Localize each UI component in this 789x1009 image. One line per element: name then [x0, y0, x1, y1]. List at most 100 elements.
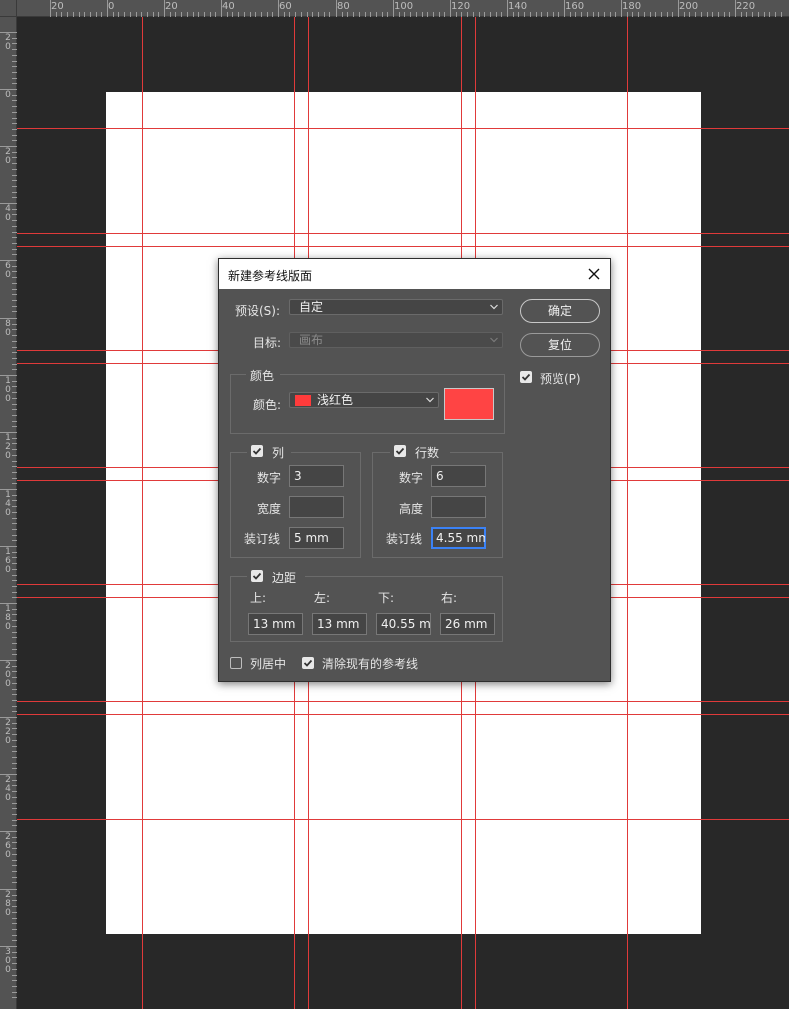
dialog-titlebar[interactable]: 新建参考线版面	[219, 259, 610, 289]
margin-legend: 边距	[247, 569, 305, 585]
guide-horizontal[interactable]	[17, 714, 789, 715]
margin-left-input[interactable]: 13 mm	[312, 613, 367, 635]
target-select: 画布	[289, 332, 503, 348]
ruler-minor-tick	[244, 12, 245, 17]
ruler-minor-tick	[238, 12, 239, 17]
rows-height-input[interactable]	[431, 496, 486, 518]
ruler-minor-tick	[12, 500, 17, 501]
ruler-minor-tick	[101, 12, 102, 17]
ruler-minor-tick	[12, 381, 17, 382]
ruler-minor-tick	[261, 12, 262, 17]
ruler-minor-tick	[484, 12, 485, 17]
ruler-label: 220	[736, 1, 756, 12]
reset-button[interactable]: 复位	[520, 333, 600, 357]
ruler-minor-tick	[547, 12, 548, 17]
ruler-minor-tick	[12, 557, 17, 558]
preview-checkbox[interactable]	[520, 371, 532, 383]
rows-gutter-input[interactable]: 4.55 mm	[431, 527, 486, 549]
preset-select[interactable]: 自定	[289, 299, 503, 315]
ruler-minor-tick	[615, 12, 616, 17]
ruler-minor-tick	[67, 12, 68, 17]
margin-top-input[interactable]: 13 mm	[248, 613, 303, 635]
guide-horizontal[interactable]	[17, 701, 789, 702]
ruler-minor-tick	[456, 12, 457, 17]
columns-checkbox[interactable]	[251, 445, 263, 457]
chevron-down-icon	[490, 304, 498, 310]
ruler-minor-tick	[741, 12, 742, 17]
ruler-minor-tick	[12, 455, 17, 456]
guide-horizontal[interactable]	[17, 246, 789, 247]
columns-width-input[interactable]	[289, 496, 344, 518]
ruler-minor-tick	[12, 768, 17, 769]
ruler-minor-tick	[12, 271, 17, 272]
ruler-minor-tick	[12, 632, 17, 633]
guide-horizontal[interactable]	[17, 233, 789, 234]
ruler-minor-tick	[12, 700, 17, 701]
ruler-minor-tick	[329, 12, 330, 17]
vertical-ruler[interactable]: 20 0 20 40 60 80 100 120 140 160 180 200 220 240 260 28…	[0, 0, 17, 1009]
ruler-minor-tick	[12, 563, 17, 564]
guide-vertical[interactable]	[142, 17, 143, 1009]
guide-horizontal[interactable]	[17, 819, 789, 820]
ruler-label: 40	[222, 1, 235, 12]
margin-checkbox[interactable]	[251, 570, 263, 582]
preview-label[interactable]: 预览(P)	[540, 370, 581, 387]
ruler-label: 180	[5, 604, 11, 632]
ruler-minor-tick	[347, 12, 348, 17]
ruler-minor-tick	[12, 197, 17, 198]
ruler-minor-tick	[113, 12, 114, 17]
ruler-minor-tick	[12, 780, 17, 781]
ruler-minor-tick	[12, 358, 17, 359]
clear-guides-label[interactable]: 清除现有的参考线	[322, 655, 418, 672]
close-button[interactable]	[584, 264, 604, 284]
color-select[interactable]: 浅红色	[289, 392, 439, 408]
ruler-minor-tick	[12, 865, 17, 866]
ruler-minor-tick	[479, 12, 480, 17]
guide-horizontal[interactable]	[17, 128, 789, 129]
preset-label: 预设(S):	[235, 304, 281, 318]
horizontal-ruler[interactable]: 20 0 20 40 60 80 100 120 140 160 180 200 220	[0, 0, 789, 17]
ruler-minor-tick	[12, 535, 17, 536]
ruler-label: 20	[5, 147, 11, 166]
ruler-minor-tick	[12, 83, 17, 84]
ruler-label: 280	[5, 890, 11, 918]
ruler-minor-tick	[12, 723, 17, 724]
color-swatch-picker[interactable]	[444, 388, 494, 420]
ruler-minor-tick	[12, 626, 17, 627]
rows-number-input[interactable]: 6	[431, 465, 486, 487]
center-columns-checkbox[interactable]	[230, 657, 242, 669]
ruler-minor-tick	[610, 12, 611, 17]
ruler-minor-tick	[12, 186, 17, 187]
ruler-minor-tick	[12, 785, 17, 786]
ruler-minor-tick	[12, 364, 17, 365]
ruler-label: 80	[5, 319, 11, 338]
ruler-minor-tick	[12, 575, 17, 576]
ruler-minor-tick	[79, 12, 80, 17]
ruler-minor-tick	[12, 860, 17, 861]
guide-vertical[interactable]	[627, 17, 628, 1009]
ruler-origin-corner[interactable]	[0, 0, 17, 17]
ruler-minor-tick	[12, 529, 17, 530]
ruler-minor-tick	[12, 569, 17, 570]
margin-bottom-input[interactable]: 40.55 mm	[376, 613, 431, 635]
ruler-minor-tick	[12, 689, 17, 690]
color-label: 颜色:	[253, 398, 282, 412]
columns-gutter-input[interactable]: 5 mm	[289, 527, 344, 549]
ruler-minor-tick	[136, 12, 137, 17]
ruler-label: 100	[394, 1, 414, 12]
columns-number-input[interactable]: 3	[289, 465, 344, 487]
ruler-minor-tick	[118, 12, 119, 17]
clear-guides-checkbox[interactable]	[302, 657, 314, 669]
ruler-minor-tick	[12, 49, 17, 50]
ok-button[interactable]: 确定	[520, 299, 600, 323]
center-columns-label[interactable]: 列居中	[250, 655, 286, 672]
ruler-minor-tick	[12, 592, 17, 593]
ruler-minor-tick	[404, 12, 405, 17]
ruler-minor-tick	[695, 12, 696, 17]
margin-right-input[interactable]: 26 mm	[440, 613, 495, 635]
ruler-minor-tick	[12, 837, 17, 838]
columns-legend: 列	[247, 444, 291, 460]
ruler-minor-tick	[12, 277, 17, 278]
rows-checkbox[interactable]	[394, 445, 406, 457]
ruler-minor-tick	[382, 12, 383, 17]
